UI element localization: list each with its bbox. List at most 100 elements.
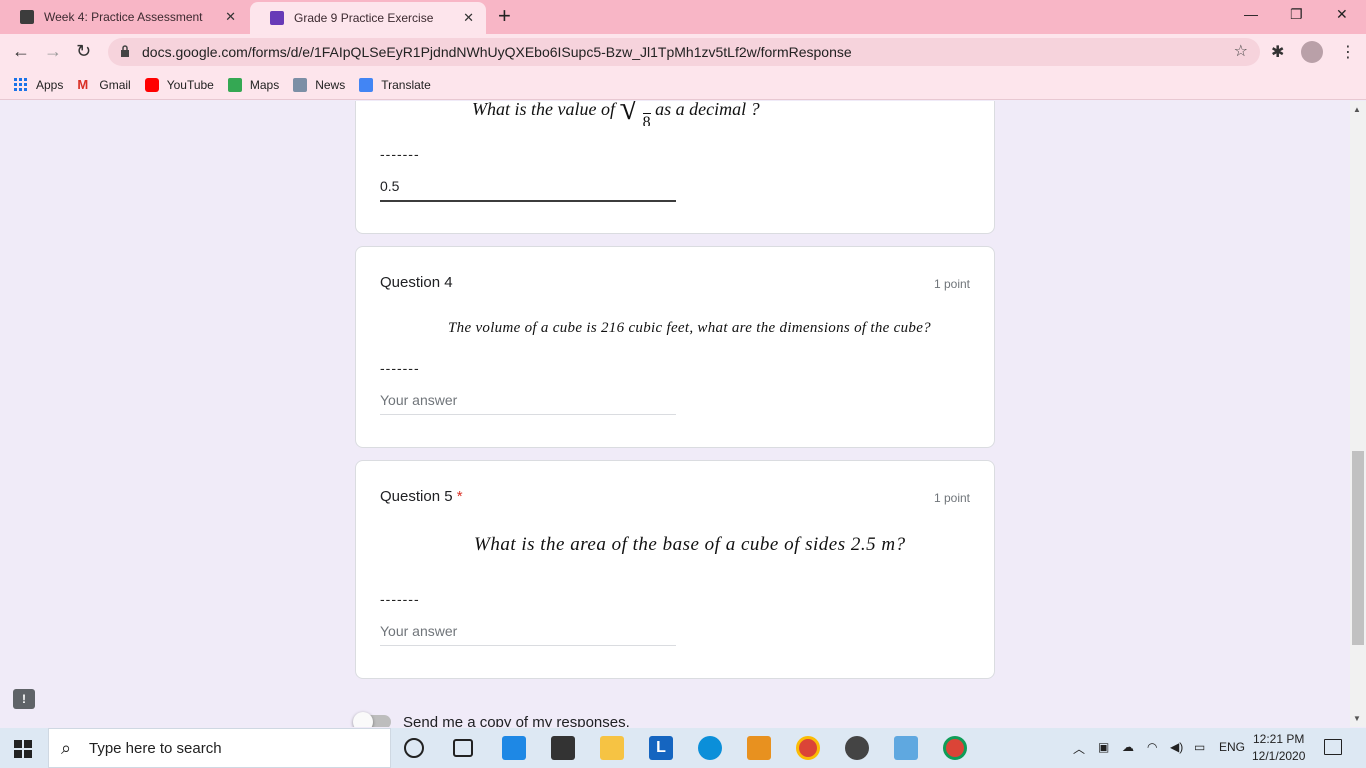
tab-title: Grade 9 Practice Exercise: [294, 11, 434, 25]
clock-date: 12/1/2020: [1252, 749, 1306, 763]
extensions-icon[interactable]: ✱: [1271, 42, 1284, 62]
question-fragment: What is the value of: [472, 101, 615, 119]
dashes: -------: [380, 146, 420, 162]
battery-icon[interactable]: ▭: [1194, 740, 1205, 754]
bookmark-label: Gmail: [99, 77, 131, 92]
dashes: -------: [380, 591, 420, 607]
dashes: -------: [380, 360, 420, 376]
tab-title: Week 4: Practice Assessment: [44, 10, 203, 24]
bookmark-label: Translate: [381, 77, 431, 92]
new-tab-icon[interactable]: +: [498, 5, 511, 27]
answer-value: 0.5: [380, 178, 400, 194]
bookmark-apps[interactable]: Apps: [14, 77, 64, 92]
question-title: Question 4: [380, 274, 453, 291]
youtube-icon: [144, 77, 159, 92]
back-icon[interactable]: ←: [12, 41, 30, 61]
settings-icon[interactable]: [845, 736, 869, 760]
answer-input-q3[interactable]: 0.5: [380, 172, 676, 202]
news-icon: [293, 77, 308, 92]
question-fragment: as a decimal ?: [655, 101, 760, 119]
bookmark-youtube[interactable]: YouTube: [144, 77, 214, 92]
bookmark-label: News: [315, 77, 346, 92]
avatar[interactable]: [1301, 41, 1323, 63]
bookmark-label: YouTube: [166, 77, 214, 92]
feedback-icon[interactable]: !: [13, 689, 35, 709]
apps-grid-icon: [14, 77, 27, 91]
forward-icon[interactable]: →: [44, 41, 62, 61]
sqrt-symbol: √: [619, 101, 639, 126]
tab-grade9[interactable]: Grade 9 Practice Exercise ✕: [250, 2, 486, 34]
bookmark-maps[interactable]: Maps: [227, 77, 280, 92]
windows-start-icon[interactable]: [14, 740, 32, 758]
show-hidden-icons[interactable]: ︿: [1073, 740, 1085, 757]
question-card-4: Question 4 1 point The volume of a cube …: [355, 246, 995, 448]
search-icon: ⌕: [61, 738, 72, 758]
bookmark-news[interactable]: News: [293, 77, 346, 92]
bookmark-gmail[interactable]: M Gmail: [77, 77, 131, 92]
reload-icon[interactable]: ↻: [76, 41, 91, 61]
form-page: What is the value of √ 8 as a decimal ? …: [0, 101, 1350, 727]
question-3-text: What is the value of √ 8 as a decimal ?: [472, 101, 760, 126]
meet-now-icon[interactable]: ▣: [1098, 740, 1109, 754]
restore-icon[interactable]: ❐: [1290, 6, 1303, 23]
question-card-5: Question 5 * 1 point What is the area of…: [355, 460, 995, 679]
onedrive-icon[interactable]: ☁: [1122, 740, 1134, 754]
app-l-icon[interactable]: L: [649, 736, 673, 760]
clock[interactable]: 12:21 PM 12/1/2020: [1252, 731, 1305, 765]
points-label: 1 point: [933, 491, 970, 505]
translate-icon: [359, 77, 374, 92]
question-4-text: The volume of a cube is 216 cubic feet, …: [448, 320, 931, 336]
address-bar[interactable]: docs.google.com/forms/d/e/1FAIpQLSeEyR1P…: [108, 38, 1260, 66]
search-placeholder: Type here to search: [89, 739, 222, 757]
scroll-thumb[interactable]: [1352, 451, 1364, 645]
control-panel-icon[interactable]: [894, 736, 918, 760]
points-label: 1 point: [933, 277, 970, 291]
required-marker: *: [456, 488, 463, 505]
scroll-down-icon[interactable]: ▼: [1353, 714, 1361, 723]
tab-strip: Week 4: Practice Assessment ✕ Grade 9 Pr…: [0, 0, 1366, 34]
menu-icon[interactable]: ⋮: [1340, 42, 1356, 62]
volume-icon[interactable]: ◀): [1170, 740, 1183, 754]
mail-icon[interactable]: [502, 736, 526, 760]
edge-icon[interactable]: [698, 736, 722, 760]
bookmark-label: Maps: [249, 77, 280, 92]
answer-placeholder: Your answer: [380, 622, 458, 639]
answer-placeholder: Your answer: [380, 391, 458, 408]
network-icon[interactable]: ◠: [1147, 740, 1157, 754]
lock-icon: [121, 45, 129, 57]
language-indicator[interactable]: ENG: [1219, 740, 1245, 754]
windows-taskbar: ⌕ Type here to search L ︿ ▣ ☁ ◠ ◀) ▭ ENG…: [0, 728, 1366, 768]
browser-toolbar: ← → ↻ docs.google.com/forms/d/e/1FAIpQLS…: [0, 34, 1366, 70]
question-card-3: What is the value of √ 8 as a decimal ? …: [355, 101, 995, 234]
bookmarks-bar: Apps M Gmail YouTube Maps News Translate: [0, 70, 1366, 100]
answer-input-q4[interactable]: Your answer: [380, 385, 676, 415]
close-tab-icon[interactable]: ✕: [225, 9, 236, 25]
maps-icon: [227, 77, 242, 92]
copy-responses-toggle[interactable]: [353, 712, 391, 727]
question-title-text: Question 5: [380, 488, 453, 505]
clock-time: 12:21 PM: [1253, 732, 1305, 746]
taskbar-search[interactable]: ⌕ Type here to search: [48, 728, 391, 768]
tab-week4[interactable]: Week 4: Practice Assessment ✕: [0, 0, 248, 34]
page-scrollbar[interactable]: ▲ ▼: [1350, 101, 1366, 727]
question-5-text: What is the area of the base of a cube o…: [474, 534, 906, 555]
answer-input-q5[interactable]: Your answer: [380, 616, 676, 646]
copy-responses-label: Send me a copy of my responses.: [403, 714, 630, 727]
cortana-icon[interactable]: [404, 738, 424, 758]
bookmark-translate[interactable]: Translate: [359, 77, 431, 92]
scroll-up-icon[interactable]: ▲: [1353, 105, 1361, 114]
close-tab-icon[interactable]: ✕: [463, 10, 474, 26]
store-icon[interactable]: [551, 736, 575, 760]
notifications-icon[interactable]: [1324, 739, 1342, 755]
url-text: docs.google.com/forms/d/e/1FAIpQLSeEyR1P…: [142, 44, 852, 60]
close-window-icon[interactable]: ✕: [1336, 6, 1348, 23]
bookmark-star-icon[interactable]: ☆: [1234, 41, 1248, 61]
chrome-profile-icon[interactable]: [943, 736, 967, 760]
task-view-icon[interactable]: [453, 739, 473, 757]
file-explorer-icon[interactable]: [600, 736, 624, 760]
minimize-icon[interactable]: —: [1244, 6, 1258, 22]
bookmark-label: Apps: [36, 77, 64, 92]
chrome-icon[interactable]: [796, 736, 820, 760]
forms-icon: [270, 11, 284, 25]
app-orange-icon[interactable]: [747, 736, 771, 760]
